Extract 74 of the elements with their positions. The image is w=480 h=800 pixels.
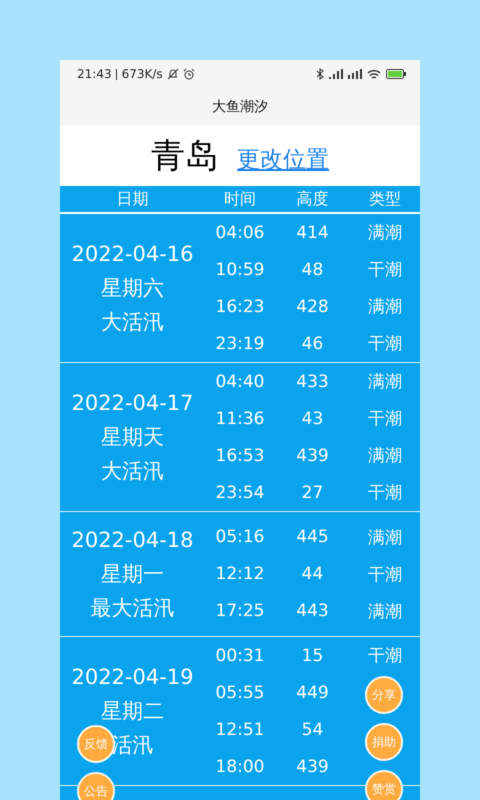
floating-button[interactable]: 捐助: [365, 723, 403, 761]
tide-time: 18:00: [214, 756, 266, 776]
tide-height: 48: [300, 260, 324, 280]
tide-time: 10:59: [214, 260, 266, 280]
tide-time: 17:25: [214, 601, 266, 621]
tide-type: 干潮: [367, 482, 403, 504]
tide-height: 449: [295, 682, 330, 702]
app-title-bar: 大鱼潮汐: [60, 88, 420, 126]
tide-time: 23:54: [214, 482, 266, 502]
tide-time: 16:23: [214, 296, 266, 316]
tide-name-text: 大活汛: [101, 309, 164, 336]
tide-height: 54: [300, 720, 324, 740]
tide-height: 414: [295, 222, 330, 242]
tide-height: 445: [295, 527, 330, 547]
tide-time: 04:06: [214, 222, 266, 242]
tide-time: 04:40: [214, 372, 266, 392]
tide-type: 干潮: [367, 259, 403, 281]
floating-button[interactable]: 公告: [77, 772, 115, 800]
floating-button[interactable]: 分享: [365, 676, 403, 714]
tide-type: 满潮: [367, 222, 403, 244]
weekday-text: 星期六: [101, 275, 164, 302]
date-text: 2022-04-18: [71, 527, 194, 554]
tide-height: 428: [295, 296, 330, 316]
tide-time: 23:19: [214, 334, 266, 354]
signal-icon: [348, 69, 362, 79]
tide-time: 16:53: [214, 446, 266, 466]
change-location-link[interactable]: 更改位置: [237, 144, 329, 174]
tide-height: 443: [295, 601, 330, 621]
floating-button[interactable]: 赞赏: [365, 770, 403, 800]
column-header: 时间: [223, 188, 257, 210]
tide-height: 433: [295, 372, 330, 392]
tide-time: 11:36: [214, 408, 266, 428]
column-header: 类型: [368, 188, 402, 210]
tide-height: 27: [300, 482, 324, 502]
tide-type: 满潮: [367, 445, 403, 467]
tide-height: 46: [300, 334, 324, 354]
tide-type: 满潮: [367, 526, 403, 548]
weekday-text: 星期二: [101, 698, 164, 725]
weekday-text: 星期一: [101, 561, 164, 588]
battery-icon: [386, 69, 406, 79]
tide-name-text: 大活汛: [101, 458, 164, 485]
tide-type: 满潮: [367, 371, 403, 393]
tide-height: 15: [300, 646, 324, 666]
tide-height: 43: [300, 408, 324, 428]
alarm-icon: [182, 68, 195, 80]
tide-time: 00:31: [214, 646, 266, 666]
tide-height: 439: [295, 446, 330, 466]
wifi-icon: [367, 68, 381, 80]
tide-height: 44: [300, 564, 324, 584]
bluetooth-icon: [316, 68, 324, 80]
divider-icon: [116, 68, 118, 80]
tide-time: 05:55: [214, 682, 266, 702]
status-time: 21:43: [77, 67, 112, 81]
tide-type: 干潮: [367, 564, 403, 586]
tide-time: 12:51: [214, 720, 266, 740]
weekday-text: 星期天: [101, 424, 164, 451]
tide-type: 干潮: [367, 333, 403, 355]
tide-time: 12:12: [214, 564, 266, 584]
signal-icon: [329, 69, 343, 79]
network-speed: 673K/s: [122, 67, 163, 81]
tide-name-text: 最大活汛: [90, 595, 174, 622]
bell-off-icon: [166, 68, 179, 80]
tide-type: 干潮: [367, 645, 403, 667]
column-header: 日期: [116, 188, 150, 210]
tide-type: 满潮: [367, 296, 403, 318]
tide-time: 05:16: [214, 527, 266, 547]
tide-height: 439: [295, 756, 330, 776]
date-text: 2022-04-16: [71, 241, 194, 268]
column-header: 高度: [296, 188, 330, 210]
city-name: 青岛: [151, 135, 219, 178]
date-text: 2022-04-17: [71, 390, 194, 417]
date-text: 2022-04-19: [71, 664, 194, 691]
tide-type: 干潮: [367, 408, 403, 430]
tide-type: 满潮: [367, 600, 403, 622]
